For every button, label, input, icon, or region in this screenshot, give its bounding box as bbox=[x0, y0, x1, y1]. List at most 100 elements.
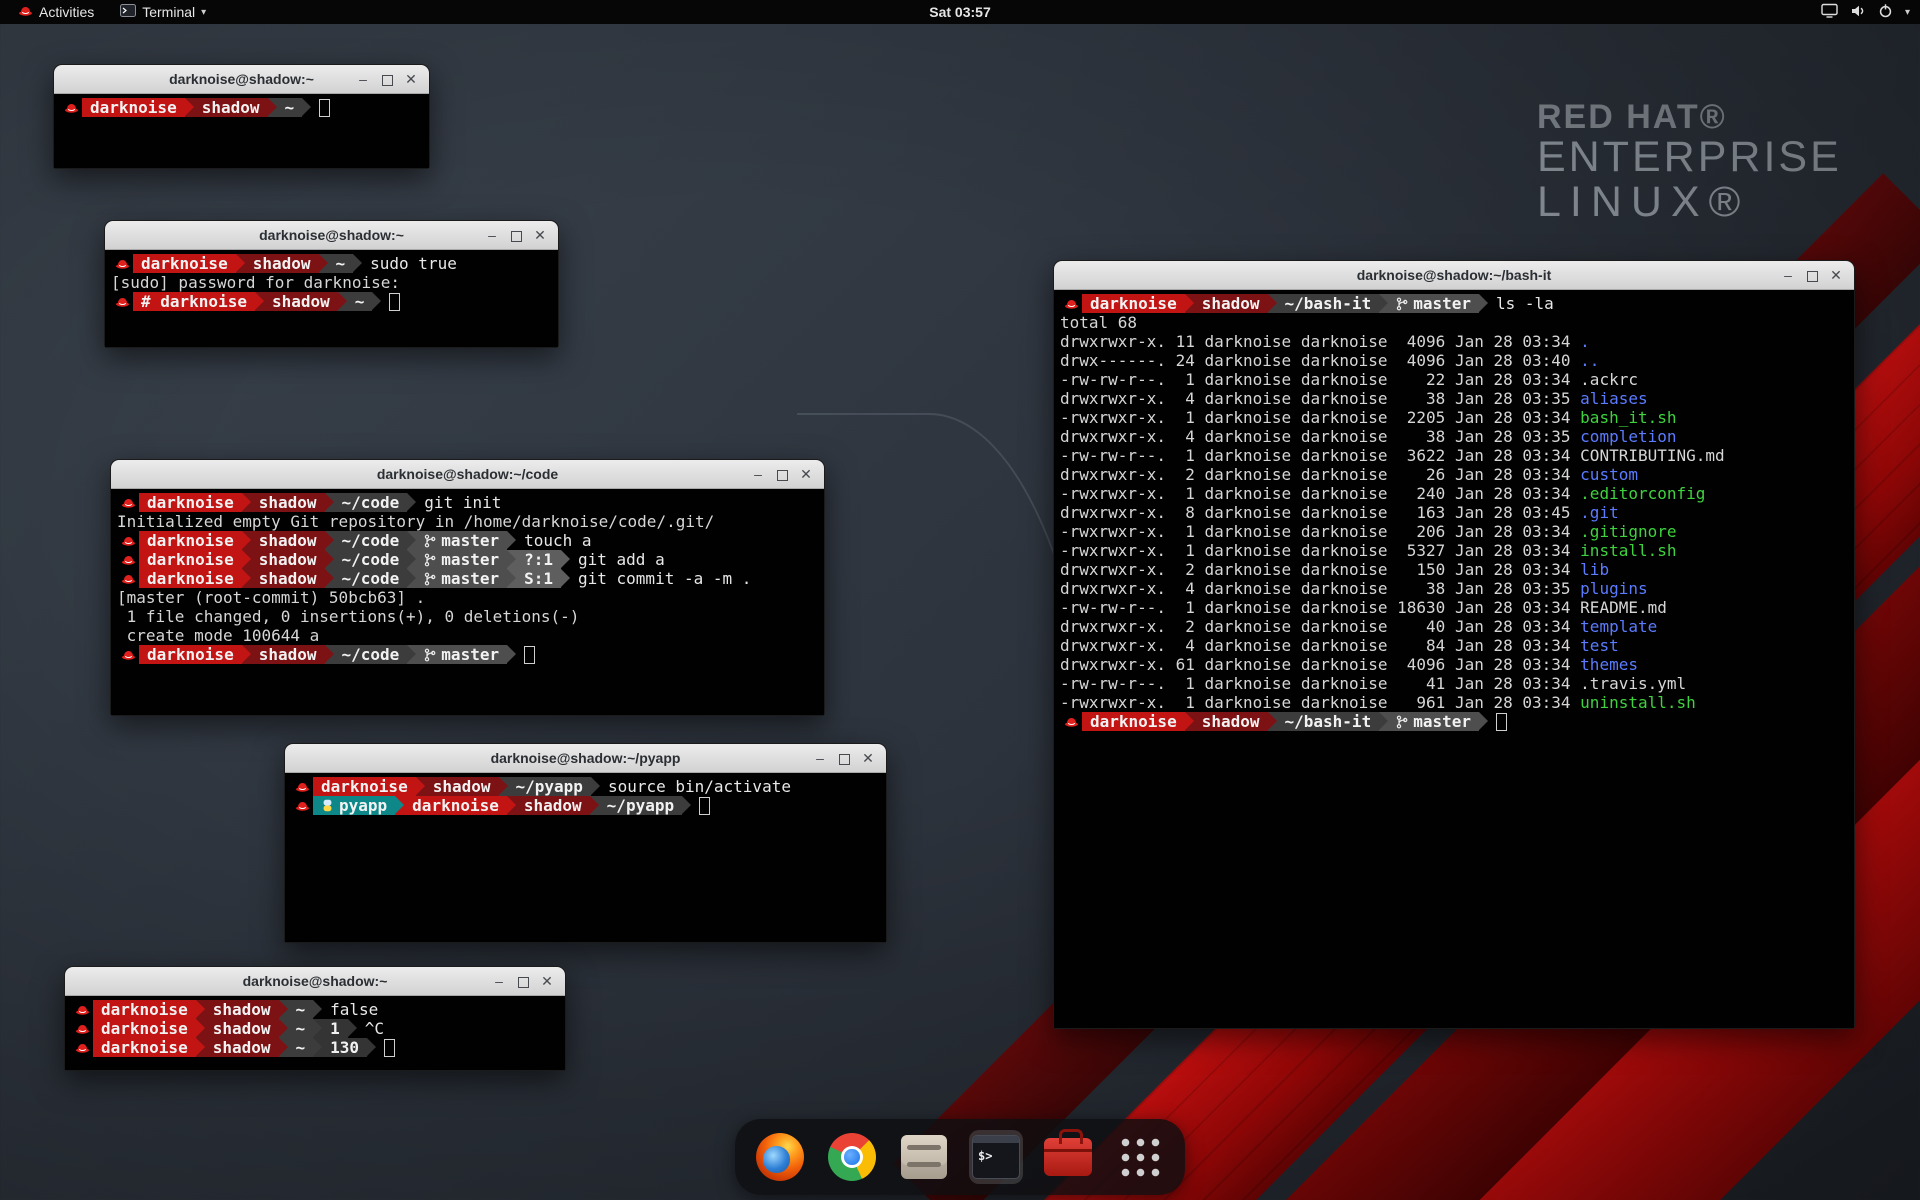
prompt-segment: shadow bbox=[264, 292, 338, 311]
clock[interactable]: Sat 03:57 bbox=[929, 4, 990, 20]
close-button[interactable]: ✕ bbox=[530, 221, 550, 249]
powerline-separator bbox=[313, 1038, 322, 1057]
powerline-separator-arrow bbox=[395, 796, 404, 814]
prompt-segment: master bbox=[416, 569, 507, 588]
prompt-segment: shadow bbox=[251, 493, 325, 512]
file-attributes: drwxrwxr-x. 2 darknoise darknoise 26 Jan… bbox=[1060, 465, 1580, 484]
maximize-button[interactable] bbox=[834, 744, 854, 772]
window-titlebar[interactable]: darknoise@shadow:~/pyapp – ✕ bbox=[285, 744, 886, 773]
file-name: README.md bbox=[1580, 598, 1667, 617]
powerline-separator bbox=[325, 569, 334, 588]
prompt-segment: master bbox=[416, 645, 507, 664]
powerline-separator bbox=[507, 531, 516, 550]
file-name: .git bbox=[1580, 503, 1619, 522]
power-icon[interactable] bbox=[1878, 3, 1893, 21]
prompt-segment: ?:1 bbox=[516, 550, 561, 569]
display-settings-icon[interactable] bbox=[1821, 3, 1838, 21]
minimize-button[interactable]: – bbox=[489, 967, 509, 995]
files-icon[interactable] bbox=[897, 1130, 951, 1184]
terminal-line: darknoiseshadow~/pyappsource bin/activat… bbox=[291, 777, 880, 796]
prompt-segment: ~/code bbox=[334, 569, 408, 588]
prompt-segment: shadow bbox=[1194, 294, 1268, 313]
terminal-line: total 68 bbox=[1060, 313, 1848, 332]
terminal-line: darknoiseshadow~/codegit init bbox=[117, 493, 818, 512]
powerline-separator-arrow bbox=[348, 1019, 357, 1037]
file-attributes: drwxrwxr-x. 4 darknoise darknoise 84 Jan… bbox=[1060, 636, 1580, 655]
show-applications-icon[interactable] bbox=[1113, 1130, 1167, 1184]
file-attributes: -rw-rw-r--. 1 darknoise darknoise 41 Jan… bbox=[1060, 674, 1580, 693]
powerline-separator bbox=[196, 1000, 205, 1019]
window-titlebar[interactable]: darknoise@shadow:~ – ✕ bbox=[54, 65, 429, 94]
terminal-content[interactable]: darknoiseshadow~/pyappsource bin/activat… bbox=[285, 773, 886, 942]
window-titlebar[interactable]: darknoise@shadow:~ – ✕ bbox=[65, 967, 565, 996]
dock bbox=[735, 1119, 1185, 1195]
powerline-separator-arrow bbox=[407, 493, 416, 511]
terminal-content[interactable]: darknoiseshadow~/bash-itmasterls -latota… bbox=[1054, 290, 1854, 1028]
close-button[interactable]: ✕ bbox=[537, 967, 557, 995]
powerline-separator-arrow bbox=[507, 645, 516, 663]
prompt-segment: master bbox=[416, 531, 507, 550]
window-titlebar[interactable]: darknoise@shadow:~ – ✕ bbox=[105, 221, 558, 250]
terminal-line: -rw-rw-r--. 1 darknoise darknoise 22 Jan… bbox=[1060, 370, 1848, 389]
maximize-button[interactable] bbox=[772, 460, 792, 488]
close-button[interactable]: ✕ bbox=[796, 460, 816, 488]
prompt-segment: 1 bbox=[322, 1019, 348, 1038]
maximize-button[interactable] bbox=[1802, 261, 1822, 289]
prompt-segment: darknoise bbox=[139, 493, 242, 512]
powerline-separator-arrow bbox=[279, 1038, 288, 1056]
powerline-separator bbox=[325, 531, 334, 550]
minimize-button[interactable]: – bbox=[748, 460, 768, 488]
powerline-separator bbox=[407, 531, 416, 550]
terminal-window-pyapp: darknoise@shadow:~/pyapp – ✕ darknoisesh… bbox=[284, 743, 887, 943]
powerline-separator bbox=[1479, 712, 1488, 731]
file-name: .gitignore bbox=[1580, 522, 1676, 541]
terminal-line: darknoiseshadow~sudo true bbox=[111, 254, 552, 273]
terminal-line: darknoiseshadow~false bbox=[71, 1000, 559, 1019]
powerline-separator bbox=[507, 645, 516, 664]
system-menu-chevron-icon[interactable]: ▾ bbox=[1905, 7, 1910, 18]
command-text: source bin/activate bbox=[600, 777, 791, 796]
app-menu-terminal[interactable]: Terminal ▾ bbox=[110, 0, 216, 24]
chrome-icon[interactable] bbox=[825, 1130, 879, 1184]
powerline-separator bbox=[591, 777, 600, 796]
maximize-button[interactable] bbox=[377, 65, 397, 93]
prompt-segment: ~ bbox=[288, 1038, 314, 1057]
branch-icon bbox=[424, 553, 436, 567]
minimize-button[interactable]: – bbox=[353, 65, 373, 93]
prompt-segment: ~ bbox=[288, 1000, 314, 1019]
file-name: install.sh bbox=[1580, 541, 1676, 560]
close-button[interactable]: ✕ bbox=[401, 65, 421, 93]
maximize-button[interactable] bbox=[513, 967, 533, 995]
close-button[interactable]: ✕ bbox=[858, 744, 878, 772]
terminal-content[interactable]: darknoiseshadow~falsedarknoiseshadow~1^C… bbox=[65, 996, 565, 1070]
close-button[interactable]: ✕ bbox=[1826, 261, 1846, 289]
firefox-icon[interactable] bbox=[753, 1130, 807, 1184]
powerline-separator bbox=[1479, 294, 1488, 313]
file-name: lib bbox=[1580, 560, 1609, 579]
terminal-content[interactable]: darknoiseshadow~sudo true[sudo] password… bbox=[105, 250, 558, 347]
terminal-content[interactable]: darknoiseshadow~ bbox=[54, 94, 429, 168]
terminal-content[interactable]: darknoiseshadow~/codegit initInitialized… bbox=[111, 489, 824, 715]
window-titlebar[interactable]: darknoise@shadow:~/code – ✕ bbox=[111, 460, 824, 489]
powerline-separator-arrow bbox=[242, 645, 251, 663]
minimize-button[interactable]: – bbox=[1778, 261, 1798, 289]
terminal-icon[interactable] bbox=[969, 1130, 1023, 1184]
powerline-separator bbox=[395, 796, 404, 815]
powerline-separator bbox=[561, 569, 570, 588]
maximize-button[interactable] bbox=[506, 221, 526, 249]
window-titlebar[interactable]: darknoise@shadow:~/bash-it – ✕ bbox=[1054, 261, 1854, 290]
volume-icon[interactable] bbox=[1850, 4, 1866, 21]
powerline-separator-arrow bbox=[302, 98, 311, 116]
powerline-separator bbox=[325, 645, 334, 664]
output-text: Initialized empty Git repository in /hom… bbox=[117, 512, 714, 531]
branch-icon bbox=[1396, 715, 1408, 729]
terminal-line: darknoiseshadow~/bash-itmaster bbox=[1060, 712, 1848, 731]
app-menu-label: Terminal bbox=[142, 4, 195, 20]
minimize-button[interactable]: – bbox=[482, 221, 502, 249]
toolbox-icon[interactable] bbox=[1041, 1130, 1095, 1184]
window-title: darknoise@shadow:~/code bbox=[377, 466, 558, 482]
powerline-separator bbox=[242, 531, 251, 550]
activities-button[interactable]: Activities bbox=[8, 0, 104, 24]
file-attributes: drwxrwxr-x. 4 darknoise darknoise 38 Jan… bbox=[1060, 579, 1580, 598]
minimize-button[interactable]: – bbox=[810, 744, 830, 772]
